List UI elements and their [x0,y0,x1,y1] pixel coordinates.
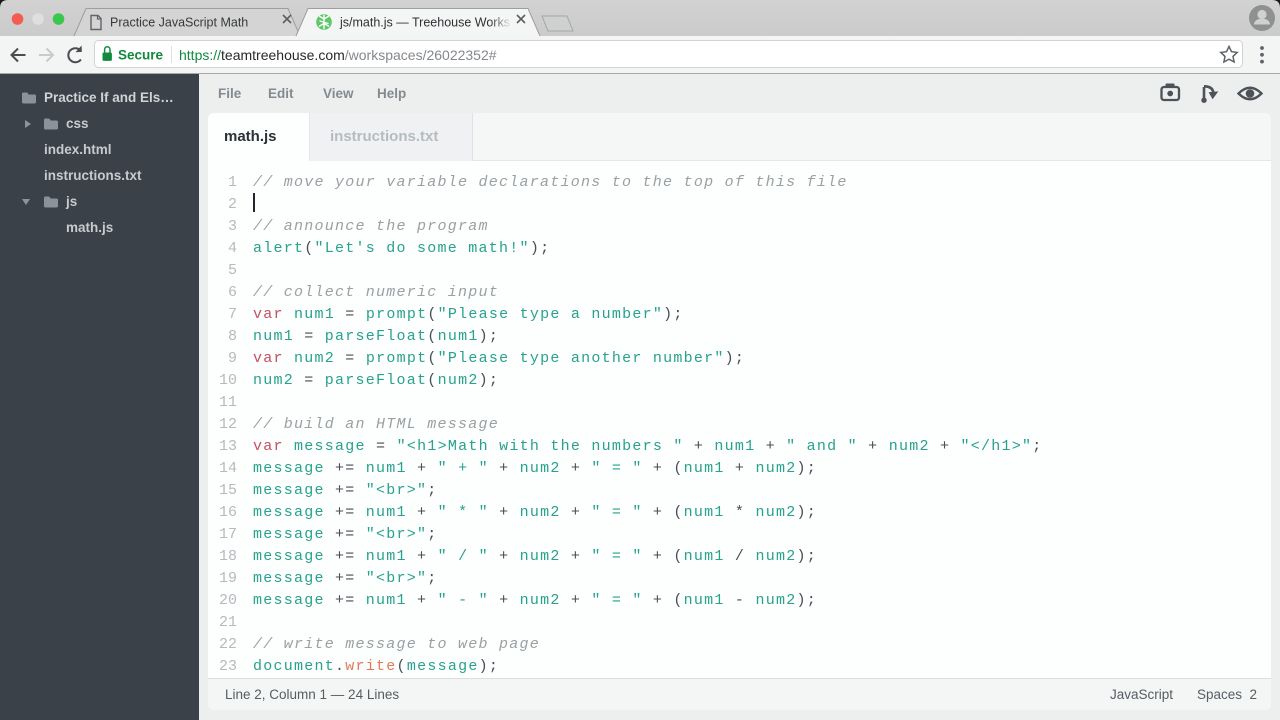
svg-text:Secure: Secure [118,48,164,63]
svg-text:Practice JavaScript Math: Practice JavaScript Math [110,16,248,30]
svg-text:https://teamtreehouse.com/work: https://teamtreehouse.com/workspaces/260… [179,47,497,63]
